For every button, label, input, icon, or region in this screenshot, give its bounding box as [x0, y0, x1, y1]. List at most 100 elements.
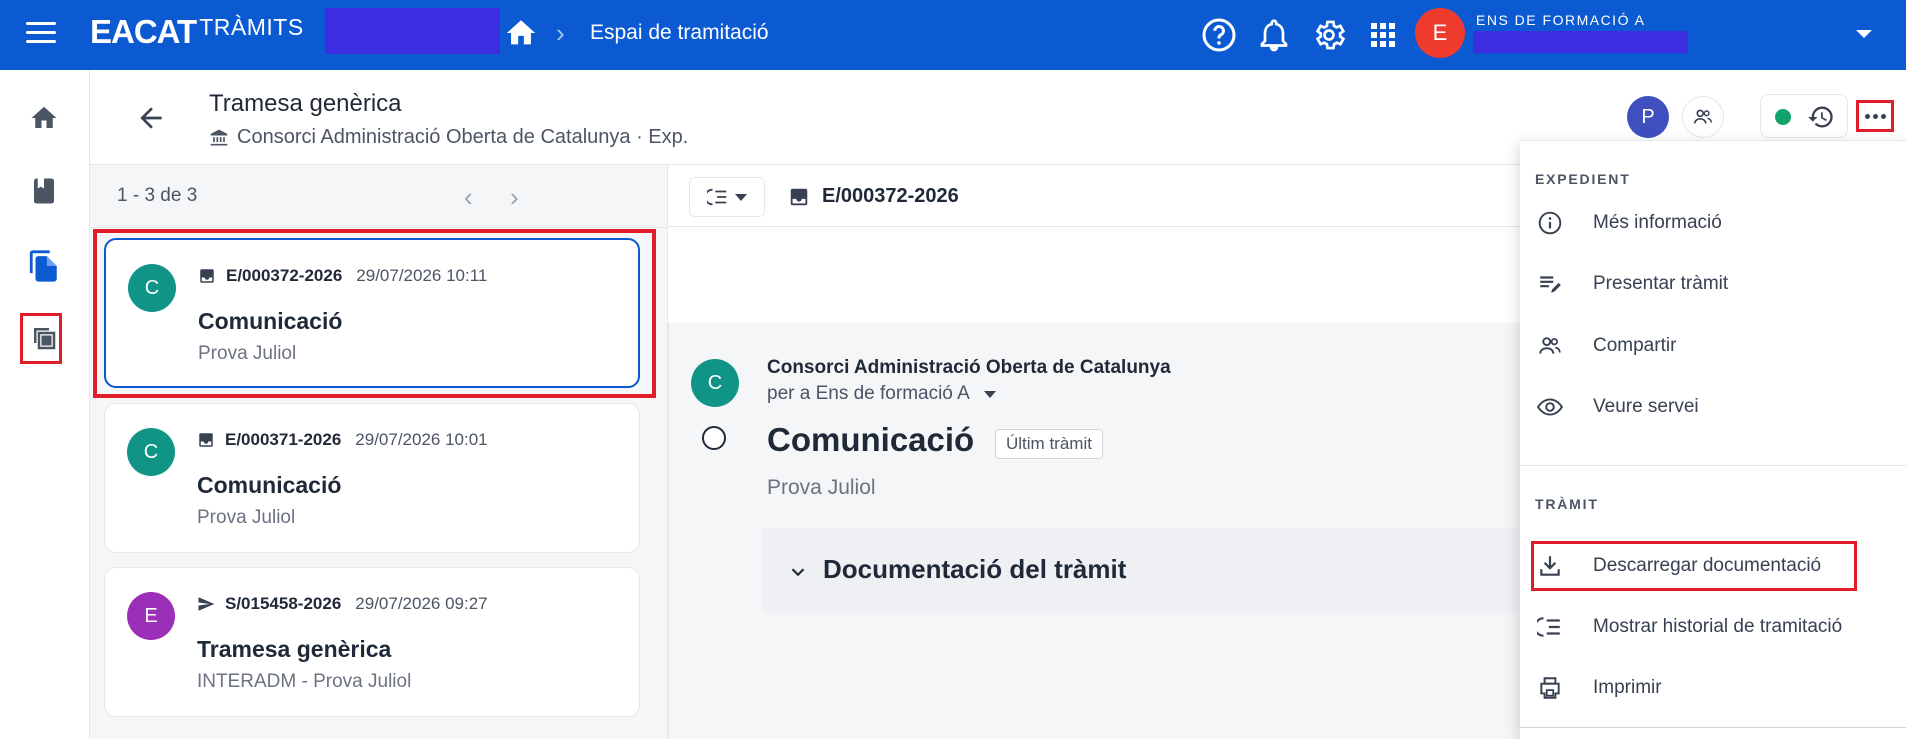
top-bar: EACAT TRÀMITS › Espai de tramitació E EN…: [0, 0, 1906, 70]
detail-title: Comunicació: [767, 421, 975, 458]
page-subtitle: Consorci Administració Oberta de Catalun…: [209, 126, 688, 149]
menu-item-print[interactable]: Imprimir: [1535, 663, 1895, 713]
home-icon[interactable]: [504, 16, 538, 50]
chevron-down-icon: [791, 568, 805, 577]
back-arrow-icon[interactable]: [135, 102, 167, 134]
menu-section-title: TRÀMIT: [1535, 496, 1599, 512]
redacted-area: [325, 8, 500, 54]
menu-item-label: Veure servei: [1593, 396, 1699, 417]
prev-page-icon[interactable]: ‹: [464, 184, 473, 210]
people-icon: [1693, 109, 1712, 124]
menu-item-label: Compartir: [1593, 335, 1677, 356]
item-code: E/000371-2026: [225, 430, 342, 449]
recipient[interactable]: per a Ens de formació A: [767, 383, 996, 405]
user-org-name[interactable]: ENS DE FORMACIÓ A: [1476, 12, 1645, 28]
detail-pane: E/000372-2026 C Consorci Administració O…: [668, 165, 1521, 739]
chevron-right-icon: ›: [556, 18, 565, 48]
history-list-icon: [707, 188, 727, 206]
chevron-down-icon[interactable]: [1856, 30, 1872, 38]
detail-content: C Consorci Administració Oberta de Catal…: [668, 323, 1521, 739]
timeline-node: [702, 426, 726, 450]
documentation-label: Documentació del tràmit: [823, 554, 1127, 584]
sender-avatar: C: [691, 359, 739, 407]
brand-sub: TRÀMITS: [199, 14, 304, 40]
menu-icon[interactable]: [26, 22, 56, 46]
history-list-icon: [1535, 612, 1565, 642]
brand-main: EACAT: [90, 13, 197, 50]
info-icon: [1535, 208, 1565, 238]
status-dot: [1775, 109, 1791, 125]
gear-icon[interactable]: [1311, 17, 1347, 53]
chevron-down-icon[interactable]: [983, 390, 996, 398]
divider: [1520, 727, 1906, 728]
list-count: 1 - 3 de 3: [117, 185, 198, 206]
people-icon: [1535, 331, 1565, 361]
redacted-area: [1473, 31, 1688, 53]
detail-subtitle: Prova Juliol: [767, 476, 876, 499]
subtitle-text: Consorci Administració Oberta de Catalun…: [237, 126, 689, 148]
more-options-button[interactable]: [1856, 100, 1894, 132]
status-badge: Últim tràmit: [995, 429, 1103, 459]
rail-home-icon[interactable]: [25, 99, 63, 137]
item-date: 29/07/2026 10:01: [355, 430, 488, 449]
highlight-box: [1531, 541, 1857, 591]
item-meta: E/000371-2026 29/07/2026 10:01: [197, 430, 488, 450]
menu-section-title: EXPEDIENT: [1535, 171, 1631, 187]
participant-avatar[interactable]: P: [1627, 96, 1669, 138]
recipient-text: per a Ens de formació A: [767, 383, 970, 404]
documents-icon[interactable]: [25, 247, 63, 285]
breadcrumb-current[interactable]: Espai de tramitació: [590, 21, 769, 45]
history-filter-button[interactable]: [689, 177, 765, 217]
item-date: 29/07/2026 09:27: [355, 594, 488, 613]
apps-grid-icon[interactable]: [1365, 17, 1401, 53]
sender-name: Consorci Administració Oberta de Catalun…: [767, 357, 1171, 378]
item-code: S/015458-2026: [225, 594, 342, 613]
inbox-icon: [790, 188, 808, 205]
inbox-icon: [199, 433, 213, 447]
menu-item-show-history[interactable]: Mostrar historial de tramitació: [1535, 602, 1895, 652]
copy-icon[interactable]: [25, 319, 63, 357]
status-history-pill[interactable]: [1760, 94, 1848, 138]
participants-button[interactable]: [1682, 96, 1724, 138]
menu-item-label: Imprimir: [1593, 677, 1662, 698]
list-item[interactable]: E S/015458-2026 29/07/2026 09:27 Tramesa…: [104, 567, 640, 717]
list-item[interactable]: C E/000371-2026 29/07/2026 10:01 Comunic…: [104, 403, 640, 553]
brand-logo[interactable]: EACAT TRÀMITS: [90, 14, 304, 50]
more-options-menu: EXPEDIENT Més informació Presentar tràmi…: [1520, 140, 1906, 739]
left-rail: [0, 70, 90, 739]
menu-item-present[interactable]: Presentar tràmit: [1535, 259, 1895, 309]
avatar: C: [127, 428, 175, 476]
page-title: Tramesa genèrica: [209, 90, 402, 117]
menu-item-more-info[interactable]: Més informació: [1535, 198, 1895, 248]
divider: [90, 227, 668, 228]
bell-icon[interactable]: [1256, 17, 1292, 53]
menu-item-label: Mostrar historial de tramitació: [1593, 616, 1843, 637]
history-icon[interactable]: [1807, 103, 1835, 131]
edit-list-icon: [1535, 269, 1565, 299]
send-icon: [198, 597, 215, 611]
highlight-box: [93, 229, 656, 398]
chevron-down-icon: [735, 193, 747, 201]
bank-icon: [210, 129, 228, 145]
item-subtitle: INTERADM - Prova Juliol: [197, 671, 412, 692]
divider: [1520, 465, 1906, 466]
menu-item-label: Més informació: [1593, 212, 1722, 233]
item-title: Tramesa genèrica: [197, 636, 392, 662]
next-page-icon[interactable]: ›: [510, 184, 519, 210]
book-icon[interactable]: [25, 172, 63, 210]
print-icon: [1535, 673, 1565, 703]
documentation-section[interactable]: Documentació del tràmit: [761, 528, 1521, 613]
detail-code-text: E/000372-2026: [822, 185, 959, 207]
detail-toolbar: E/000372-2026: [668, 165, 1520, 227]
item-subtitle: Prova Juliol: [197, 507, 296, 528]
menu-item-share[interactable]: Compartir: [1535, 321, 1895, 371]
menu-item-view-service[interactable]: Veure servei: [1535, 382, 1895, 432]
avatar: E: [127, 592, 175, 640]
list-pane: 1 - 3 de 3 ‹ › C E/000372-2026 29/07/202…: [90, 165, 668, 739]
help-icon[interactable]: [1201, 17, 1237, 53]
item-meta: S/015458-2026 29/07/2026 09:27: [197, 594, 488, 614]
item-title: Comunicació: [197, 472, 342, 498]
user-avatar[interactable]: E: [1415, 8, 1465, 58]
detail-code: E/000372-2026: [788, 185, 959, 208]
eye-icon: [1535, 392, 1565, 422]
